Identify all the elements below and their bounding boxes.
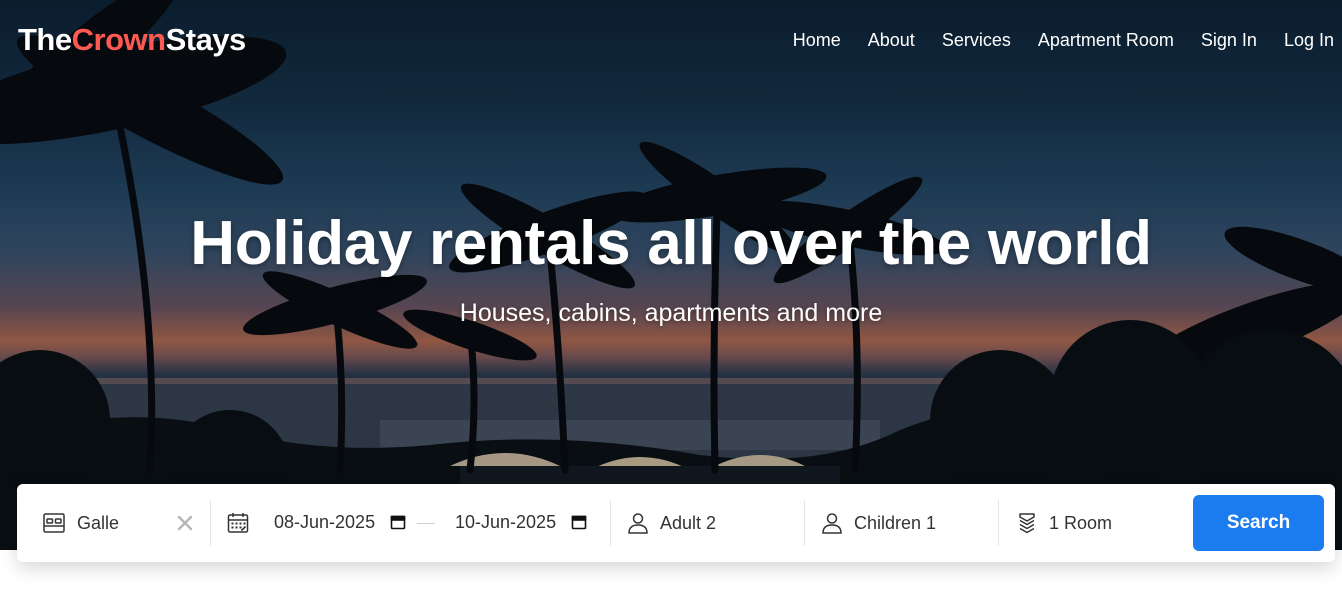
bed-icon xyxy=(42,511,66,535)
divider xyxy=(610,500,611,546)
nav-apartment-room[interactable]: Apartment Room xyxy=(1038,29,1174,51)
nav-sign-in[interactable]: Sign In xyxy=(1201,29,1257,51)
close-icon[interactable] xyxy=(174,512,196,534)
nav-about[interactable]: About xyxy=(868,29,915,51)
children-field[interactable]: Children 1 xyxy=(820,484,936,562)
date-separator xyxy=(417,523,435,524)
rooms-field[interactable]: 1 Room xyxy=(1015,484,1112,562)
person-icon xyxy=(626,511,650,535)
rooms-label: 1 Room xyxy=(1049,513,1113,533)
adults-label: Adult 2 xyxy=(660,513,717,533)
search-button[interactable]: Search xyxy=(1193,495,1324,551)
date-range-field xyxy=(226,484,250,562)
divider xyxy=(210,500,211,546)
nav-log-in[interactable]: Log In xyxy=(1284,29,1334,51)
checkin-date-input[interactable]: 08-Jun-2025 xyxy=(274,511,406,533)
brand-suffix: Stays xyxy=(165,22,247,57)
search-bar: 08-Jun-2025 10-Jun-2025 Adult 2 Chi xyxy=(17,484,1335,562)
checkout-date-input[interactable]: 10-Jun-2025 xyxy=(455,511,587,533)
destination-field[interactable] xyxy=(42,484,167,562)
person-icon xyxy=(820,511,844,535)
children-label: Children 1 xyxy=(854,513,937,533)
brand-logo[interactable]: TheCrownStays xyxy=(18,22,246,58)
brand-prefix: The xyxy=(18,22,72,57)
calendar-icon xyxy=(226,511,250,535)
nav-home[interactable]: Home xyxy=(793,29,841,51)
divider xyxy=(804,500,805,546)
divider xyxy=(998,500,999,546)
main-nav: Home About Services Apartment Room Sign … xyxy=(793,29,1334,51)
hero-headline: Holiday rentals all over the world xyxy=(190,209,1152,278)
layers-icon xyxy=(1015,511,1039,535)
hero-subheadline: Houses, cabins, apartments and more xyxy=(459,299,883,327)
checkout-date: 10-Jun-2025 xyxy=(455,512,557,532)
brand-accent: Crown xyxy=(71,22,166,57)
destination-input[interactable] xyxy=(77,512,167,534)
nav-services[interactable]: Services xyxy=(942,29,1011,51)
checkin-date: 08-Jun-2025 xyxy=(274,512,376,532)
hero-banner: TheCrownStays Home About Services Apartm… xyxy=(0,0,1342,550)
calendar-picker-icon[interactable] xyxy=(571,514,587,530)
calendar-picker-icon[interactable] xyxy=(390,514,406,530)
adults-field[interactable]: Adult 2 xyxy=(626,484,716,562)
